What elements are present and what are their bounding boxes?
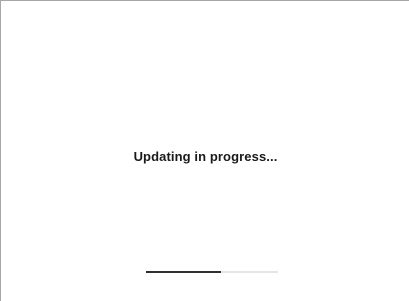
update-status-label: Updating in progress... — [133, 149, 278, 164]
update-progress-bar — [146, 271, 278, 273]
update-window: Updating in progress... — [0, 0, 409, 301]
update-progress-fill — [146, 271, 222, 273]
